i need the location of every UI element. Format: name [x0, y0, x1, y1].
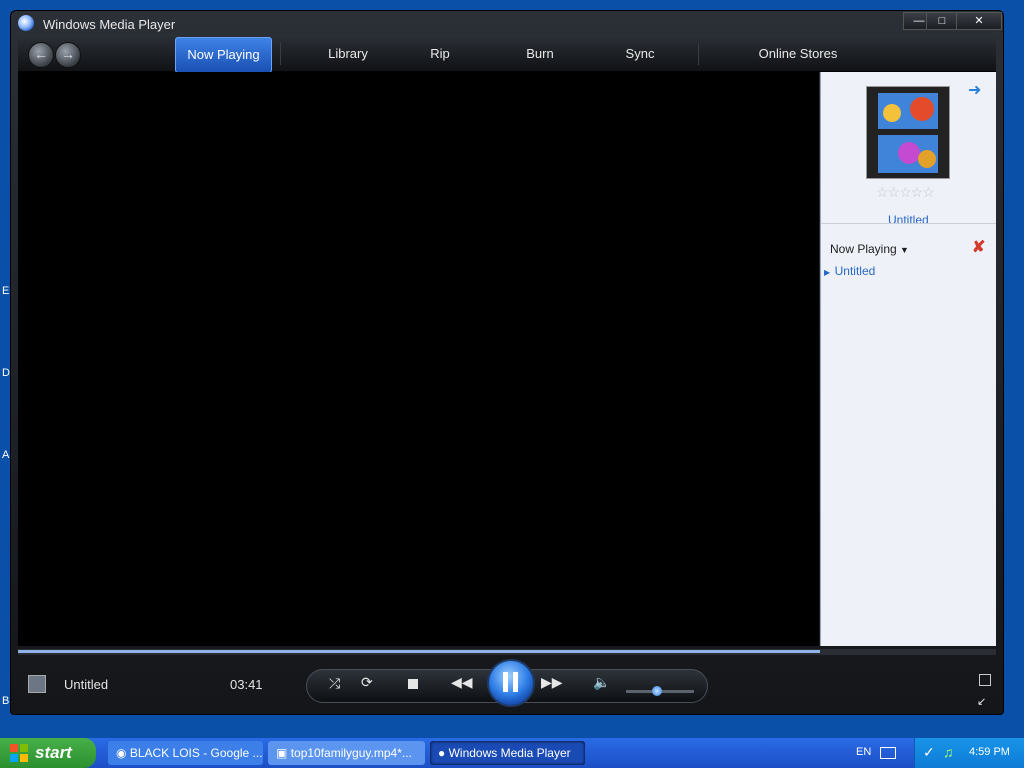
wmp-window: Windows Media Player — □ ✕ ← → Now Playi…	[10, 10, 1004, 715]
tab-sync[interactable]: Sync	[610, 37, 670, 71]
task-button-wmp[interactable]: ● Windows Media Player	[430, 741, 585, 765]
clock[interactable]: 4:59 PM	[969, 746, 1010, 758]
wmp-app-icon: ●	[438, 746, 446, 760]
status-title: Untitled	[64, 677, 109, 692]
language-indicator[interactable]: EN	[856, 746, 871, 758]
task-label: Windows Media Player	[448, 746, 571, 760]
tab-rip[interactable]: Rip	[410, 37, 470, 71]
back-arrow-icon: ←	[34, 46, 48, 62]
album-title[interactable]: Untitled	[888, 213, 929, 227]
video-file-icon: ▣	[276, 746, 288, 760]
full-screen-icon[interactable]: ↙	[977, 695, 986, 708]
switch-to-skin-icon[interactable]	[979, 674, 991, 686]
list-item[interactable]: ▶ Untitled	[824, 262, 875, 280]
list-pane: ➜ ☆☆☆☆☆ Untitled Now Playing ▼ ✘ ▶ Untit…	[820, 72, 996, 646]
list-header: Now Playing	[830, 242, 897, 256]
nav-bar: ← → Now Playing Library Rip Burn Sync On…	[18, 37, 996, 73]
video-area[interactable]	[18, 72, 819, 646]
rating-stars[interactable]: ☆☆☆☆☆	[876, 184, 935, 201]
windows-logo-icon	[10, 744, 28, 762]
tab-library[interactable]: Library	[308, 37, 388, 71]
forward-arrow-icon: →	[61, 46, 75, 62]
fast-forward-icon[interactable]: ▶▶	[541, 674, 563, 691]
volume-knob[interactable]	[651, 686, 662, 696]
forward-button[interactable]: →	[55, 42, 81, 68]
clear-list-icon[interactable]: ✘	[972, 237, 985, 257]
bullet-arrow-icon: ▶	[824, 268, 831, 277]
desktop-icon-label-fragment: A	[2, 449, 10, 461]
transport-controls: Untitled 03:41 ⤮ ⟳ ◀◀ ▶▶ 🔈 ↙	[11, 657, 1003, 714]
speaker-tray-icon[interactable]: ♫	[943, 744, 954, 760]
system-tray: ✓ ♫ 4:59 PM	[914, 738, 1024, 768]
shuffle-icon[interactable]: ⤮	[329, 675, 340, 692]
task-label: top10familyguy.mp4*...	[290, 746, 412, 760]
window-title: Windows Media Player	[43, 17, 176, 32]
list-item-label: Untitled	[834, 264, 876, 278]
pause-button[interactable]	[487, 659, 535, 707]
task-button-video[interactable]: ▣ top10familyguy.mp4*...	[268, 741, 425, 765]
start-label: start	[35, 743, 72, 762]
elapsed-time[interactable]: 03:41	[230, 677, 263, 692]
tab-burn[interactable]: Burn	[510, 37, 570, 71]
task-label: BLACK LOIS - Google ...	[129, 746, 263, 760]
speaker-icon[interactable]: 🔈	[593, 674, 610, 691]
chevron-down-icon: ▼	[900, 245, 909, 255]
keyboard-icon[interactable]	[880, 747, 896, 759]
taskbar: start ◉ BLACK LOIS - Google ... ▣ top10f…	[0, 738, 1024, 768]
arrow-right-icon[interactable]: ➜	[968, 80, 981, 100]
now-playing-dropdown[interactable]: Now Playing ▼	[830, 242, 909, 256]
task-button-browser[interactable]: ◉ BLACK LOIS - Google ...	[108, 741, 263, 765]
start-button[interactable]: start	[0, 738, 96, 768]
browser-icon: ◉	[116, 746, 127, 760]
repeat-icon[interactable]: ⟳	[361, 674, 373, 691]
maximize-button[interactable]: □	[926, 12, 958, 30]
close-button[interactable]: ✕	[956, 12, 1002, 30]
desktop-icon-label-fragment: D	[2, 367, 10, 379]
back-button[interactable]: ←	[28, 42, 54, 68]
wmp-app-icon	[18, 15, 34, 31]
filmstrip-balloons-art	[867, 87, 949, 178]
seek-fill	[18, 650, 820, 653]
media-thumbnail-icon	[28, 675, 46, 693]
desktop-icon-label-fragment: E	[2, 285, 10, 297]
tab-now-playing[interactable]: Now Playing	[175, 37, 272, 73]
network-icon[interactable]: ✓	[923, 744, 935, 761]
album-art[interactable]	[866, 86, 950, 179]
stop-icon[interactable]	[408, 679, 418, 689]
seek-bar[interactable]	[18, 649, 996, 655]
rewind-icon[interactable]: ◀◀	[451, 674, 473, 691]
pane-divider	[821, 223, 996, 224]
tab-label: Now Playing	[187, 47, 260, 62]
tab-online-stores[interactable]: Online Stores	[738, 37, 858, 71]
pause-icon	[503, 672, 508, 692]
title-bar[interactable]: Windows Media Player — □ ✕	[11, 11, 1003, 37]
